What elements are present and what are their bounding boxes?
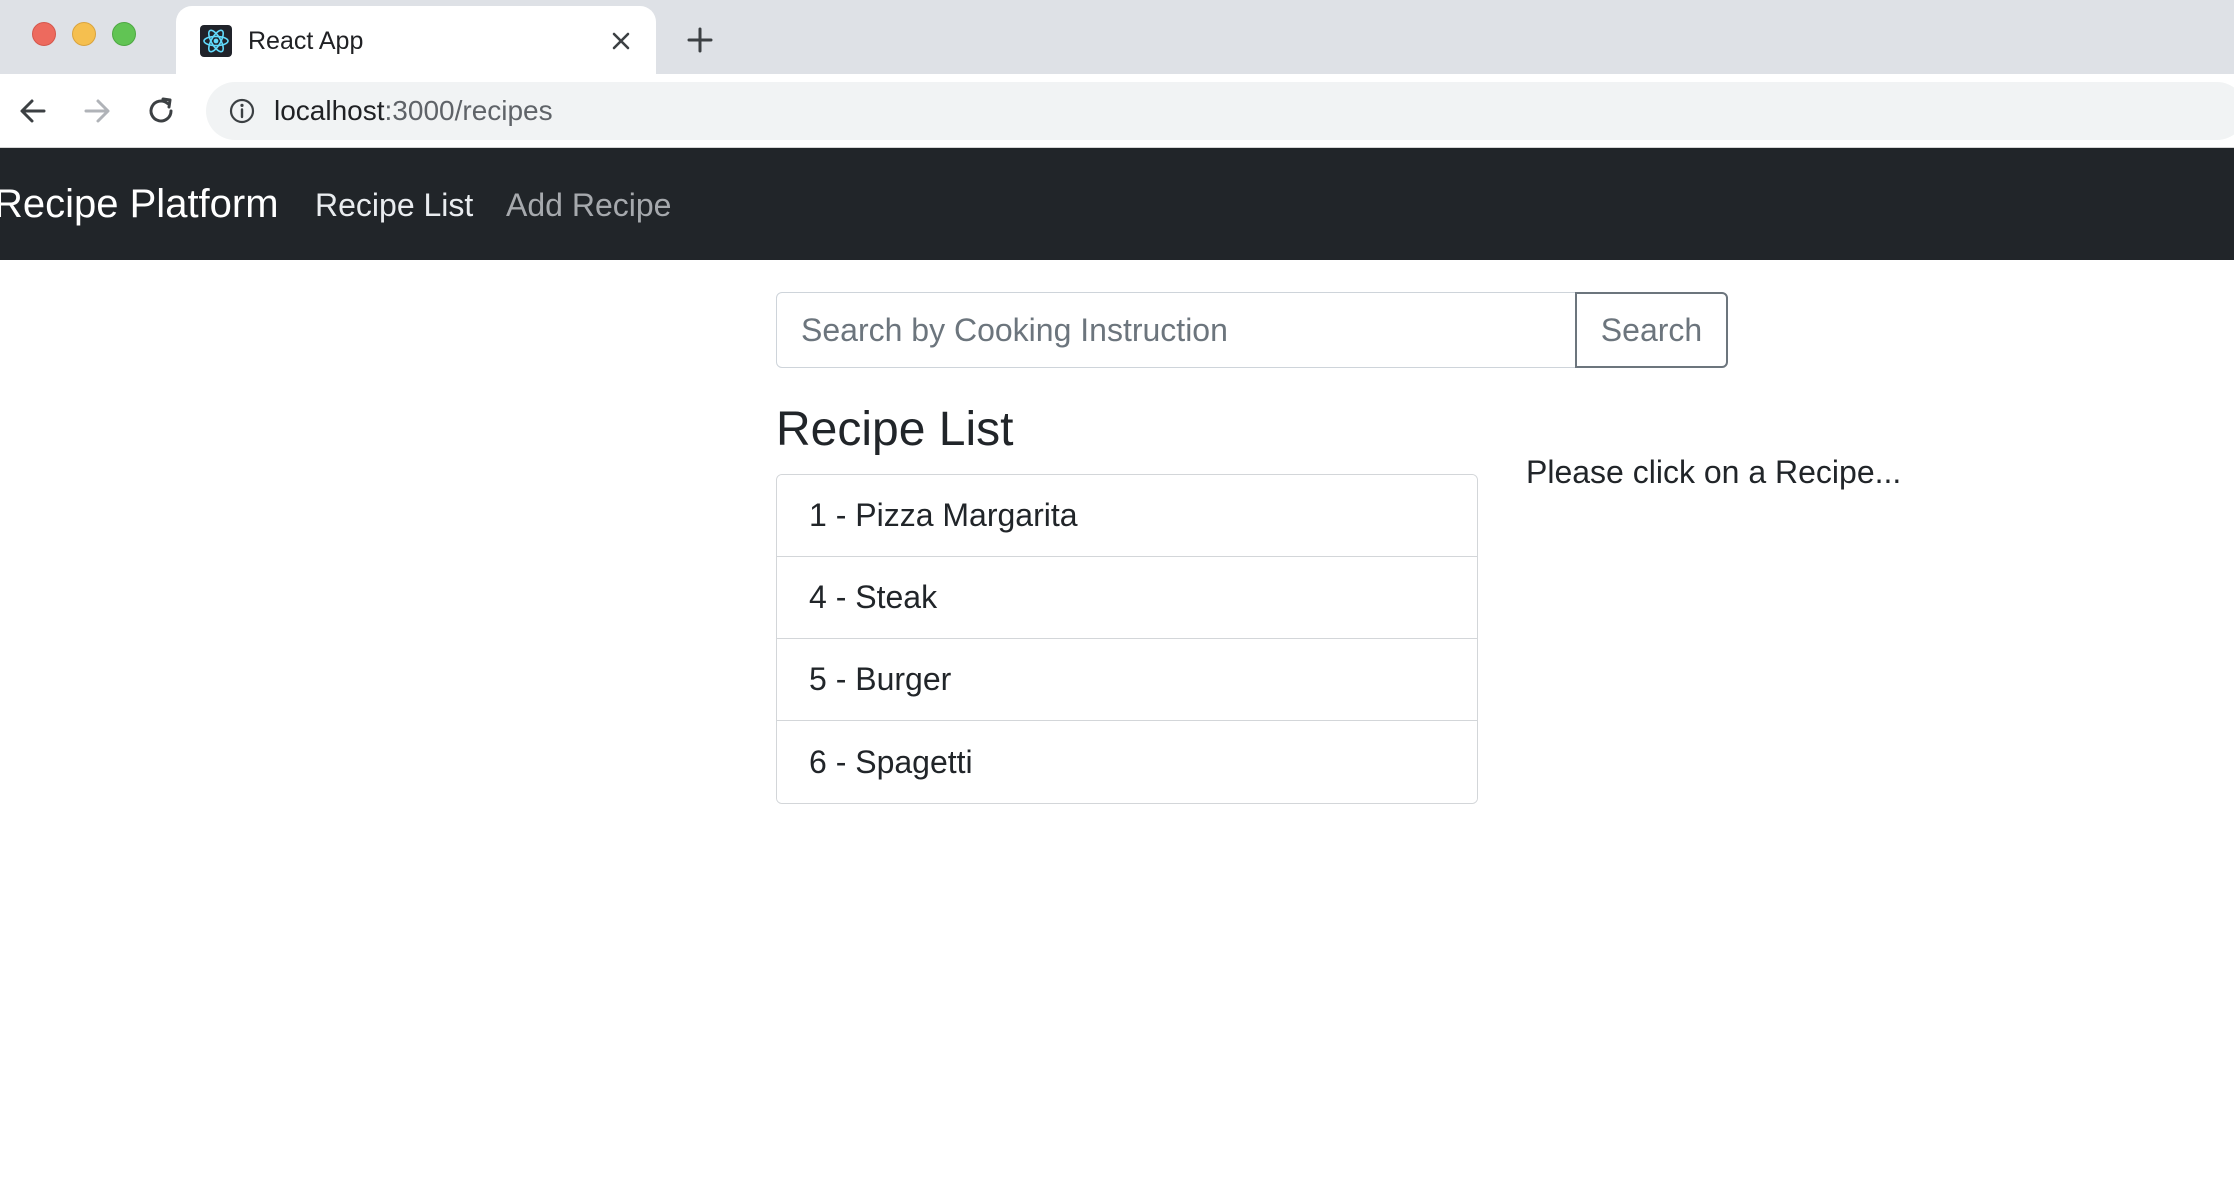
recipe-list-item[interactable]: 4 - Steak — [777, 557, 1477, 639]
window-close-control[interactable] — [32, 22, 56, 46]
recipe-detail-hint: Please click on a Recipe... — [1526, 454, 1902, 490]
browser-toolbar: localhost:3000/recipes — [0, 74, 2234, 148]
navbar-brand[interactable]: Recipe Platform — [0, 182, 279, 226]
close-icon[interactable] — [604, 24, 638, 58]
url-host: localhost — [274, 95, 385, 126]
plus-icon[interactable] — [680, 20, 720, 60]
tab-title: React App — [248, 27, 364, 55]
app-navbar: Recipe Platform Recipe List Add Recipe — [0, 148, 2234, 260]
recipe-list-item[interactable]: 5 - Burger — [777, 639, 1477, 721]
search-button[interactable]: Search — [1575, 292, 1728, 368]
url-path: :3000/recipes — [384, 95, 553, 126]
search-input[interactable] — [776, 292, 1576, 368]
browser-tab-bar: React App — [0, 0, 2234, 74]
address-bar[interactable]: localhost:3000/recipes — [206, 82, 2234, 140]
arrow-left-icon[interactable] — [12, 90, 54, 132]
url-text: localhost:3000/recipes — [274, 94, 553, 128]
nav-link-add-recipe[interactable]: Add Recipe — [506, 186, 671, 224]
reload-icon[interactable] — [140, 90, 182, 132]
recipe-list-item[interactable]: 6 - Spagetti — [777, 721, 1477, 803]
search-group: Search — [776, 292, 1728, 368]
react-logo-icon — [200, 25, 232, 57]
browser-tab[interactable]: React App — [176, 6, 656, 74]
recipe-list-title: Recipe List — [776, 403, 1014, 456]
arrow-right-icon[interactable] — [76, 90, 118, 132]
recipe-list-item[interactable]: 1 - Pizza Margarita — [777, 475, 1477, 557]
nav-link-recipe-list[interactable]: Recipe List — [315, 186, 473, 224]
info-icon[interactable] — [228, 97, 256, 125]
window-zoom-control[interactable] — [112, 22, 136, 46]
recipe-list: 1 - Pizza Margarita 4 - Steak 5 - Burger… — [776, 474, 1478, 804]
window-minimize-control[interactable] — [72, 22, 96, 46]
